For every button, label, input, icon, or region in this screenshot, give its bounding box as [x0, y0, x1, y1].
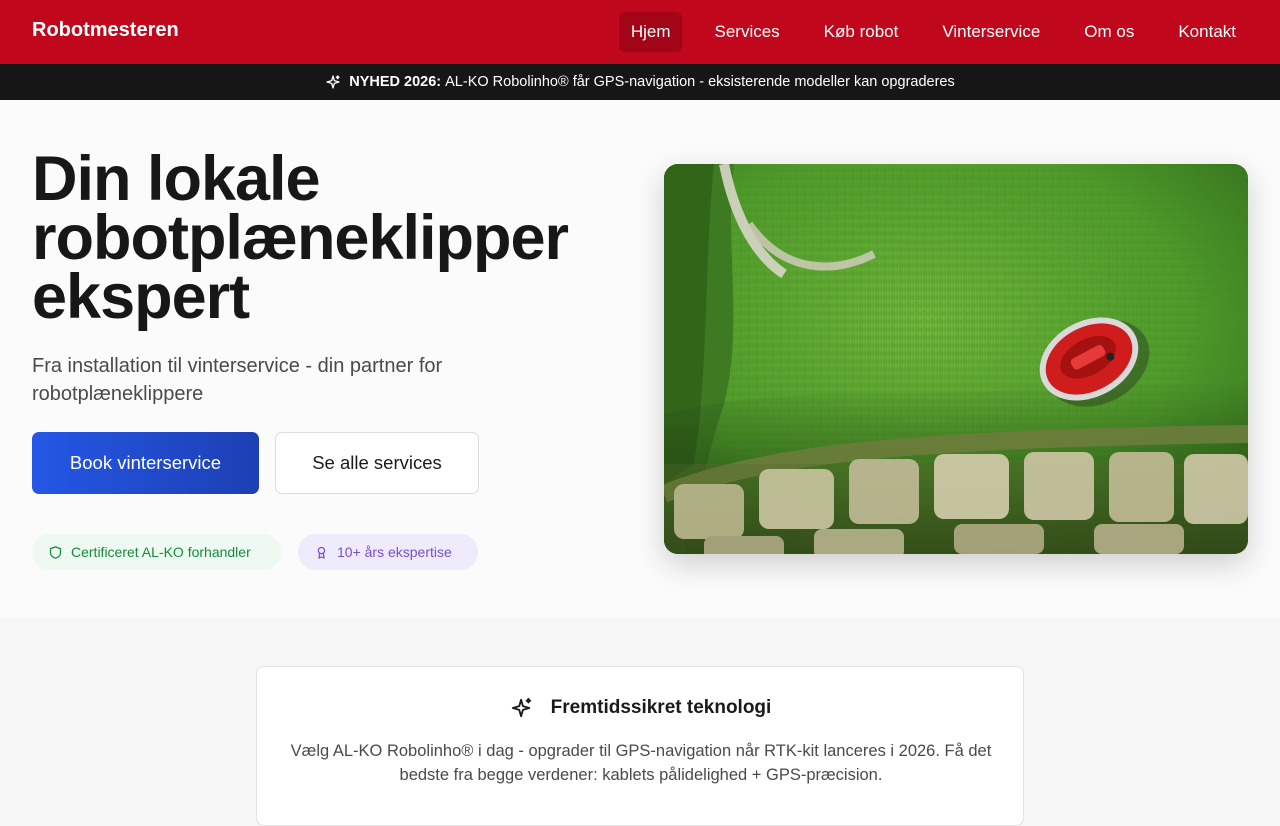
- nav-item-kob-robot[interactable]: Køb robot: [812, 12, 911, 52]
- nav-item-kontakt[interactable]: Kontakt: [1166, 12, 1248, 52]
- feature-section: Fremtidssikret teknologi Vælg AL-KO Robo…: [0, 618, 1280, 826]
- hero-title: Din lokale robotplæneklipper ekspert: [32, 144, 569, 332]
- nav-item-vinterservice[interactable]: Vinterservice: [930, 12, 1052, 52]
- certified-badge-label: Certificeret AL-KO forhandler: [71, 544, 251, 560]
- nav-item-services[interactable]: Services: [702, 12, 791, 52]
- hero-lawn-robot-image: [664, 164, 1248, 554]
- award-icon: [317, 546, 326, 559]
- sparkles-icon: [326, 75, 340, 89]
- certified-badge: Certificeret AL-KO forhandler: [32, 534, 282, 570]
- hero-subtitle: Fra installation til vinterservice - din…: [32, 355, 443, 405]
- see-all-services-button[interactable]: Se alle services: [275, 432, 479, 494]
- feature-heading: Fremtidssikret teknologi: [257, 697, 1025, 719]
- hero-section: Din lokale robotplæneklipper ekspert Fra…: [0, 100, 1280, 618]
- feature-title: Fremtidssikret teknologi: [550, 697, 772, 718]
- top-navbar: Robotmesteren Hjem Services Køb robot Vi…: [0, 0, 1280, 64]
- book-vinterservice-button[interactable]: Book vinterservice: [32, 432, 259, 494]
- nav-item-om-os[interactable]: Om os: [1072, 12, 1146, 52]
- feature-text: Vælg AL-KO Robolinho® i dag - opgrader t…: [290, 742, 992, 784]
- brand-logo-text[interactable]: Robotmesteren: [32, 19, 179, 42]
- nav-item-hjem[interactable]: Hjem: [618, 12, 683, 52]
- main-nav: Hjem Services Køb robot Vinterservice Om…: [599, 12, 1248, 52]
- future-tech-card: Fremtidssikret teknologi Vælg AL-KO Robo…: [256, 666, 1024, 826]
- experience-badge: 10+ års ekspertise: [298, 534, 478, 570]
- experience-badge-label: 10+ års ekspertise: [337, 544, 452, 560]
- shield-icon: [49, 545, 62, 559]
- announcement-highlight: NYHED 2026:: [349, 74, 442, 90]
- sparkles-icon: [511, 697, 531, 718]
- announcement-bar: NYHED 2026: AL-KO Robolinho® får GPS-nav…: [0, 64, 1280, 100]
- announcement-text: AL-KO Robolinho® får GPS-navigation - ek…: [445, 74, 955, 90]
